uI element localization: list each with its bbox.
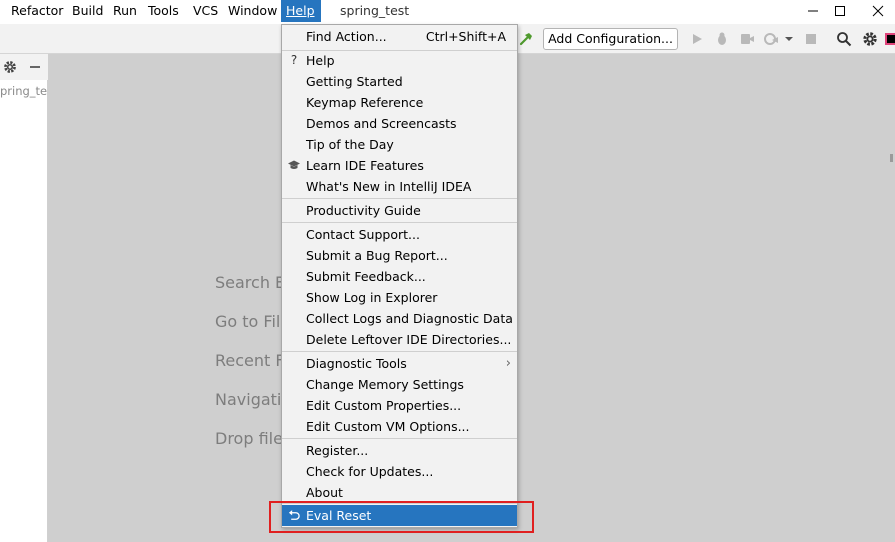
menu-item-edit-properties[interactable]: Edit Custom Properties... xyxy=(282,395,517,416)
change-memory-label: Change Memory Settings xyxy=(306,377,464,392)
side-panel-header xyxy=(0,54,48,80)
help-dropdown-menu: Find Action... Ctrl+Shift+A ? Help Getti… xyxy=(281,24,518,528)
edit-properties-label: Edit Custom Properties... xyxy=(306,398,462,413)
menu-item-collect-logs[interactable]: Collect Logs and Diagnostic Data xyxy=(282,308,517,329)
menu-window-label: Window xyxy=(228,3,278,18)
hint-go-to-file: Go to Fil xyxy=(215,312,281,331)
menu-item-tip-of-day[interactable]: Tip of the Day xyxy=(282,134,517,155)
menu-build[interactable]: Build xyxy=(67,0,108,22)
find-action-label: Find Action... xyxy=(306,29,387,44)
project-tree-label[interactable]: spring_te xyxy=(0,84,47,98)
keymap-reference-label: Keymap Reference xyxy=(306,95,424,110)
menu-item-whats-new[interactable]: What's New in IntelliJ IDEA xyxy=(282,176,517,197)
menu-item-learn-ide[interactable]: Learn IDE Features xyxy=(282,155,517,176)
menu-item-demos[interactable]: Demos and Screencasts xyxy=(282,113,517,134)
menu-run-label: Run xyxy=(113,3,137,18)
getting-started-label: Getting Started xyxy=(306,74,403,89)
menu-vcs-label: VCS xyxy=(193,3,219,18)
menu-refactor-label: Refactor xyxy=(11,3,64,18)
menu-item-productivity-guide[interactable]: Productivity Guide xyxy=(282,200,517,221)
add-configuration-button[interactable]: Add Configuration... xyxy=(543,28,678,50)
build-hammer-icon[interactable] xyxy=(518,31,534,47)
scroll-marker xyxy=(890,154,893,162)
gear-icon[interactable] xyxy=(862,31,878,47)
menu-item-check-updates[interactable]: Check for Updates... xyxy=(282,461,517,482)
menu-vcs[interactable]: VCS xyxy=(188,0,223,22)
hint-drop-files: Drop file xyxy=(215,429,283,448)
debug-icon[interactable] xyxy=(714,31,730,47)
productivity-guide-label: Productivity Guide xyxy=(306,203,421,218)
menu-build-label: Build xyxy=(72,3,104,18)
profile-icon[interactable] xyxy=(763,31,779,47)
menu-separator xyxy=(282,198,517,199)
menu-item-eval-reset[interactable]: Eval Reset xyxy=(282,505,517,526)
run-icon[interactable] xyxy=(689,31,705,47)
menu-item-keymap-reference[interactable]: Keymap Reference xyxy=(282,92,517,113)
menu-separator xyxy=(282,503,517,504)
delete-leftover-label: Delete Leftover IDE Directories... xyxy=(306,332,512,347)
chevron-down-icon[interactable] xyxy=(784,31,794,47)
question-mark-icon: ? xyxy=(290,53,298,67)
search-icon[interactable] xyxy=(836,31,852,47)
contact-support-label: Contact Support... xyxy=(306,227,420,242)
show-log-label: Show Log in Explorer xyxy=(306,290,438,305)
menu-item-diagnostic-tools[interactable]: Diagnostic Tools › xyxy=(282,353,517,374)
tip-of-day-label: Tip of the Day xyxy=(306,137,394,152)
menu-item-register[interactable]: Register... xyxy=(282,440,517,461)
menu-tools-label: Tools xyxy=(148,3,179,18)
stop-icon[interactable] xyxy=(803,31,819,47)
menu-item-about[interactable]: About xyxy=(282,482,517,503)
diagnostic-tools-label: Diagnostic Tools xyxy=(306,356,407,371)
gear-icon[interactable] xyxy=(3,60,17,74)
submit-bug-label: Submit a Bug Report... xyxy=(306,248,448,263)
hint-navigation-bar: Navigatio xyxy=(215,390,292,409)
collect-logs-label: Collect Logs and Diagnostic Data xyxy=(306,311,513,326)
close-icon xyxy=(872,5,884,17)
menu-item-help[interactable]: ? Help xyxy=(282,50,517,71)
menu-item-delete-leftover[interactable]: Delete Leftover IDE Directories... xyxy=(282,329,517,350)
coverage-icon[interactable] xyxy=(739,31,755,47)
learn-ide-label: Learn IDE Features xyxy=(306,158,424,173)
check-updates-label: Check for Updates... xyxy=(306,464,434,479)
close-window-button[interactable] xyxy=(855,0,895,22)
intellij-logo-icon xyxy=(885,33,895,45)
minimize-panel-icon[interactable] xyxy=(28,60,42,74)
hint-search-everywhere: Search E xyxy=(215,273,286,292)
maximize-icon xyxy=(835,6,845,16)
eval-reset-label: Eval Reset xyxy=(306,508,372,523)
menu-item-show-log[interactable]: Show Log in Explorer xyxy=(282,287,517,308)
menu-item-edit-vm-options[interactable]: Edit Custom VM Options... xyxy=(282,416,517,437)
help-label: Help xyxy=(306,53,335,68)
find-action-shortcut: Ctrl+Shift+A xyxy=(425,29,506,44)
chevron-right-icon: › xyxy=(505,356,511,371)
menu-refactor[interactable]: Refactor xyxy=(6,0,68,22)
demos-label: Demos and Screencasts xyxy=(306,116,457,131)
whats-new-label: What's New in IntelliJ IDEA xyxy=(306,179,472,194)
menu-item-submit-feedback[interactable]: Submit Feedback... xyxy=(282,266,517,287)
graduation-cap-icon xyxy=(288,160,300,169)
menu-tools[interactable]: Tools xyxy=(143,0,184,22)
menu-item-change-memory[interactable]: Change Memory Settings xyxy=(282,374,517,395)
menu-item-find-action[interactable]: Find Action... Ctrl+Shift+A xyxy=(282,26,517,47)
about-label: About xyxy=(306,485,343,500)
menu-item-contact-support[interactable]: Contact Support... xyxy=(282,224,517,245)
menu-run[interactable]: Run xyxy=(108,0,142,22)
menu-bar: Refactor Build Run Tools VCS Window Help… xyxy=(0,0,895,24)
undo-icon xyxy=(288,510,300,520)
submit-feedback-label: Submit Feedback... xyxy=(306,269,426,284)
hint-recent-files: Recent F xyxy=(215,351,285,370)
menu-item-submit-bug[interactable]: Submit a Bug Report... xyxy=(282,245,517,266)
menu-separator xyxy=(282,351,517,352)
menu-item-getting-started[interactable]: Getting Started xyxy=(282,71,517,92)
menu-help[interactable]: Help xyxy=(281,0,321,22)
project-title: spring_test xyxy=(340,3,410,18)
project-side-panel: spring_te xyxy=(0,54,48,542)
edit-vm-options-label: Edit Custom VM Options... xyxy=(306,419,470,434)
menu-help-label: Help xyxy=(286,3,315,18)
menu-separator xyxy=(282,222,517,223)
menu-separator xyxy=(282,438,517,439)
menu-window[interactable]: Window xyxy=(223,0,282,22)
register-label: Register... xyxy=(306,443,369,458)
